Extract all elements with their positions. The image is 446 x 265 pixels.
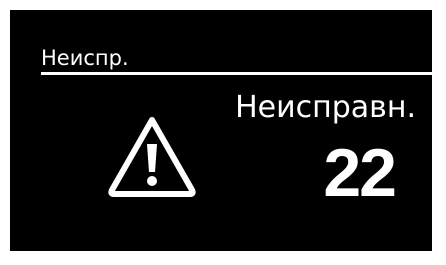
header-title: Неиспр. (41, 46, 129, 70)
header-divider (41, 72, 432, 75)
fault-count: 22 (323, 135, 397, 211)
fault-label: Неисправн. (235, 90, 416, 125)
warning-triangle-icon (108, 117, 196, 197)
display-screen: Неиспр. Неисправн. 22 (10, 10, 432, 251)
